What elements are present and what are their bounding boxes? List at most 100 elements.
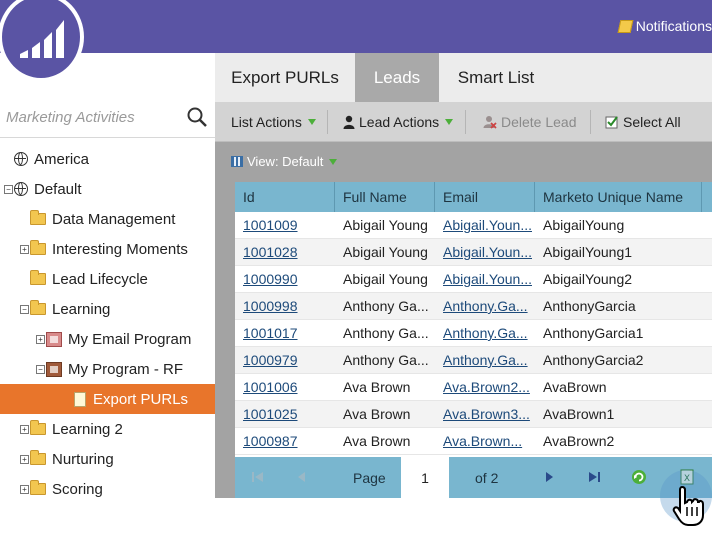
table-row[interactable]: 1001006 Ava Brown Ava.Brown2... AvaBrown xyxy=(235,374,712,401)
view-label: View: Default xyxy=(247,154,324,169)
tree-item[interactable]: − Learning xyxy=(0,294,215,324)
cell-unique-name: AnthonyGarcia2 xyxy=(543,352,644,368)
tree-item[interactable]: + Interesting Moments xyxy=(0,234,215,264)
cell-id-link[interactable]: 1001009 xyxy=(235,212,335,239)
delete-lead-label: Delete Lead xyxy=(501,114,577,130)
table-row[interactable]: 1001025 Ava Brown Ava.Brown3... AvaBrown1 xyxy=(235,401,712,428)
column-header-next xyxy=(702,182,712,212)
person-icon xyxy=(343,115,355,129)
table-row[interactable]: 1000998 Anthony Ga... Anthony.Ga... Anthony… xyxy=(235,293,712,320)
page-number-input[interactable] xyxy=(401,457,449,498)
tree-item[interactable]: + My Email Program xyxy=(0,324,215,354)
tree-item[interactable]: America xyxy=(0,144,215,174)
cell-id-link[interactable]: 1000979 xyxy=(235,347,335,374)
tree-item[interactable]: Export PURLs xyxy=(0,384,215,414)
column-header-full-name[interactable]: Full Name xyxy=(335,182,435,212)
table-row[interactable]: 1001017 Anthony Ga... Anthony.Ga... Anthony… xyxy=(235,320,712,347)
cell-email-link[interactable]: Ava.Brown... xyxy=(435,428,535,455)
tab-export-purls[interactable]: Export PURLs xyxy=(215,53,355,102)
notifications-button[interactable]: Notifications xyxy=(617,18,712,34)
lead-actions-button[interactable]: Lead Actions xyxy=(343,102,454,142)
list-actions-button[interactable]: List Actions xyxy=(231,102,316,142)
tab-smart-list[interactable]: Smart List xyxy=(439,53,553,102)
cell-email-link[interactable]: Ava.Brown3... xyxy=(435,401,535,428)
cell-email-link[interactable]: Anthony.Ga... xyxy=(435,320,535,347)
folder-icon xyxy=(30,300,46,315)
tree-item[interactable]: Lead Lifecycle xyxy=(0,264,215,294)
cell-overflow xyxy=(702,320,712,347)
next-page-icon[interactable] xyxy=(544,471,554,483)
previous-page-icon[interactable] xyxy=(297,471,307,483)
cell-overflow xyxy=(702,347,712,374)
cell-email-link[interactable]: Anthony.Ga... xyxy=(435,347,535,374)
tree-item[interactable]: − My Program - RF xyxy=(0,354,215,384)
cell-overflow xyxy=(702,212,712,239)
cell-email-link[interactable]: Abigail.Youn... xyxy=(435,212,535,239)
table-row[interactable]: 1001028 Abigail Young Abigail.Youn... Abiga… xyxy=(235,239,712,266)
first-page-icon[interactable] xyxy=(251,471,265,483)
toolbar: List Actions Lead Actions Delete Lead Se… xyxy=(215,102,712,142)
cell-overflow xyxy=(702,266,712,293)
cell-email-link[interactable]: Abigail.Youn... xyxy=(435,266,535,293)
table-row[interactable]: 1000990 Abigail Young Abigail.Youn... Abiga… xyxy=(235,266,712,293)
cell-id-link[interactable]: 1001028 xyxy=(235,239,335,266)
delete-lead-button[interactable]: Delete Lead xyxy=(483,102,577,142)
tree-item-label: My Email Program xyxy=(68,330,192,348)
expand-icon[interactable]: + xyxy=(20,484,29,494)
grid-view-icon xyxy=(231,156,243,167)
lead-actions-label: Lead Actions xyxy=(359,114,440,130)
tree-item-label: Learning xyxy=(52,300,111,318)
cell-id-link[interactable]: 1001025 xyxy=(235,401,335,428)
search-input[interactable] xyxy=(6,106,176,128)
folder-icon xyxy=(30,240,46,255)
cell-email-link[interactable]: Abigail.Youn... xyxy=(435,239,535,266)
tree-item-label: Default xyxy=(34,180,82,198)
table-row[interactable]: 1000979 Anthony Ga... Anthony.Ga... Anthony… xyxy=(235,347,712,374)
cell-id-link[interactable]: 1000990 xyxy=(235,266,335,293)
tree-item-label: Learning 2 xyxy=(52,420,123,438)
cell-id-link[interactable]: 1001006 xyxy=(235,374,335,401)
tab-leads[interactable]: Leads xyxy=(355,53,439,102)
cell-unique-name: AvaBrown xyxy=(543,379,607,395)
cell-full-name: Ava Brown xyxy=(343,433,411,449)
cell-email-link[interactable]: Anthony.Ga... xyxy=(435,293,535,320)
expand-icon[interactable]: + xyxy=(20,244,29,254)
globe-icon xyxy=(14,182,28,196)
column-header-email[interactable]: Email xyxy=(435,182,535,212)
expand-icon[interactable]: + xyxy=(20,454,29,464)
notifications-icon xyxy=(617,19,634,33)
select-all-button[interactable]: Select All xyxy=(605,102,681,142)
last-page-icon[interactable] xyxy=(587,471,601,483)
cell-id-link[interactable]: 1000998 xyxy=(235,293,335,320)
table-row[interactable]: 1000987 Ava Brown Ava.Brown... AvaBrown2 xyxy=(235,428,712,455)
folder-icon xyxy=(30,270,46,285)
refresh-icon[interactable] xyxy=(631,469,647,485)
tree-item[interactable]: − Default xyxy=(0,174,215,204)
tree-item[interactable]: + Learning 2 xyxy=(0,414,215,444)
content-panel: View: Default Id Full Name Email Marketo… xyxy=(215,142,712,498)
cell-id-link[interactable]: 1000987 xyxy=(235,428,335,455)
collapse-icon[interactable]: − xyxy=(20,304,29,314)
expand-icon[interactable]: + xyxy=(36,334,45,344)
cell-id-link[interactable]: 1001017 xyxy=(235,320,335,347)
search-icon[interactable] xyxy=(186,106,208,128)
folder-icon xyxy=(30,420,46,435)
tree-item[interactable]: Data Management xyxy=(0,204,215,234)
view-selector[interactable]: View: Default xyxy=(231,154,338,169)
collapse-icon[interactable]: − xyxy=(4,184,13,194)
column-header-marketo-unique-name[interactable]: Marketo Unique Name xyxy=(535,182,702,212)
cell-full-name: Ava Brown xyxy=(343,406,411,422)
tree-item[interactable]: + Scoring xyxy=(0,474,215,504)
leads-grid: Id Full Name Email Marketo Unique Name 1… xyxy=(235,182,712,498)
column-header-id[interactable]: Id xyxy=(235,182,335,212)
table-row[interactable]: 1001009 Abigail Young Abigail.Youn... Abiga… xyxy=(235,212,712,239)
tree-item[interactable]: + Nurturing xyxy=(0,444,215,474)
expand-icon[interactable]: + xyxy=(20,424,29,434)
cell-unique-name: AnthonyGarcia1 xyxy=(543,325,644,341)
cell-email-link[interactable]: Ava.Brown2... xyxy=(435,374,535,401)
delete-person-icon xyxy=(483,116,497,129)
cell-overflow xyxy=(702,239,712,266)
folder-icon xyxy=(30,450,46,465)
collapse-icon[interactable]: − xyxy=(36,364,45,374)
folder-icon xyxy=(30,210,46,225)
